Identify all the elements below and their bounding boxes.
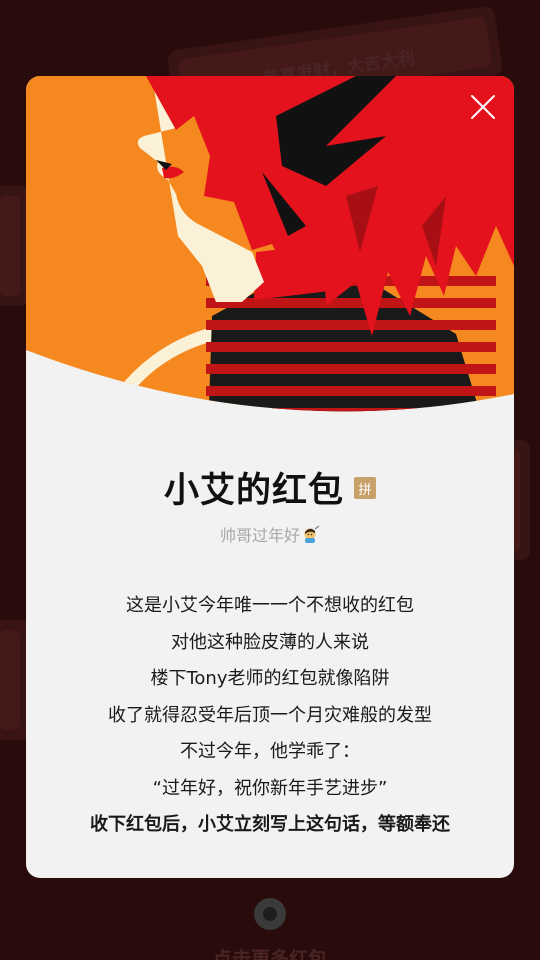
cover-illustration [26,76,514,412]
title-row: 小艾的红包 拼 [26,464,514,511]
pin-badge[interactable]: 拼 [354,477,376,499]
message-line: 收了就得忍受年后顶一个月灾难般的发型 [108,704,432,726]
red-packet-card: 小艾的红包 拼 帅哥过年好 这是小艾今年唯一一个不想收的红包 对他这种脸皮薄的人… [26,76,514,878]
greeting-subtitle: 帅哥过年好 [26,522,514,546]
message-line: “过年好，祝你新年手艺进步” [152,777,388,799]
sender-title: 小艾的红包 [163,470,344,511]
open-red-packet-icon[interactable] [254,898,286,930]
close-icon [471,95,495,119]
message-line: 对他这种脸皮薄的人来说 [171,631,369,653]
message-line: 楼下Tony老师的红包就像陷阱 [150,668,390,689]
red-packet-screen: 恭喜发财，大吉大利 小艾的红包 拼 帅哥过年好 这是小艾今年唯一一个不想收的红包… [0,0,540,960]
story-message: 这是小艾今年唯一一个不想收的红包 对他这种脸皮薄的人来说 楼下Tony老师的红包… [26,588,514,844]
greeting-text: 帅哥过年好 [219,526,300,545]
message-line: 不过今年，他学乖了： [180,741,360,762]
message-line: 这是小艾今年唯一一个不想收的红包 [126,595,414,616]
barber-emoji-icon [302,525,320,543]
more-packets-hint[interactable]: 点击更多红包 [0,944,540,960]
message-line-emphasis: 收下红包后，小艾立刻写上这句话，等额奉还 [90,814,450,835]
close-button[interactable] [470,94,496,120]
